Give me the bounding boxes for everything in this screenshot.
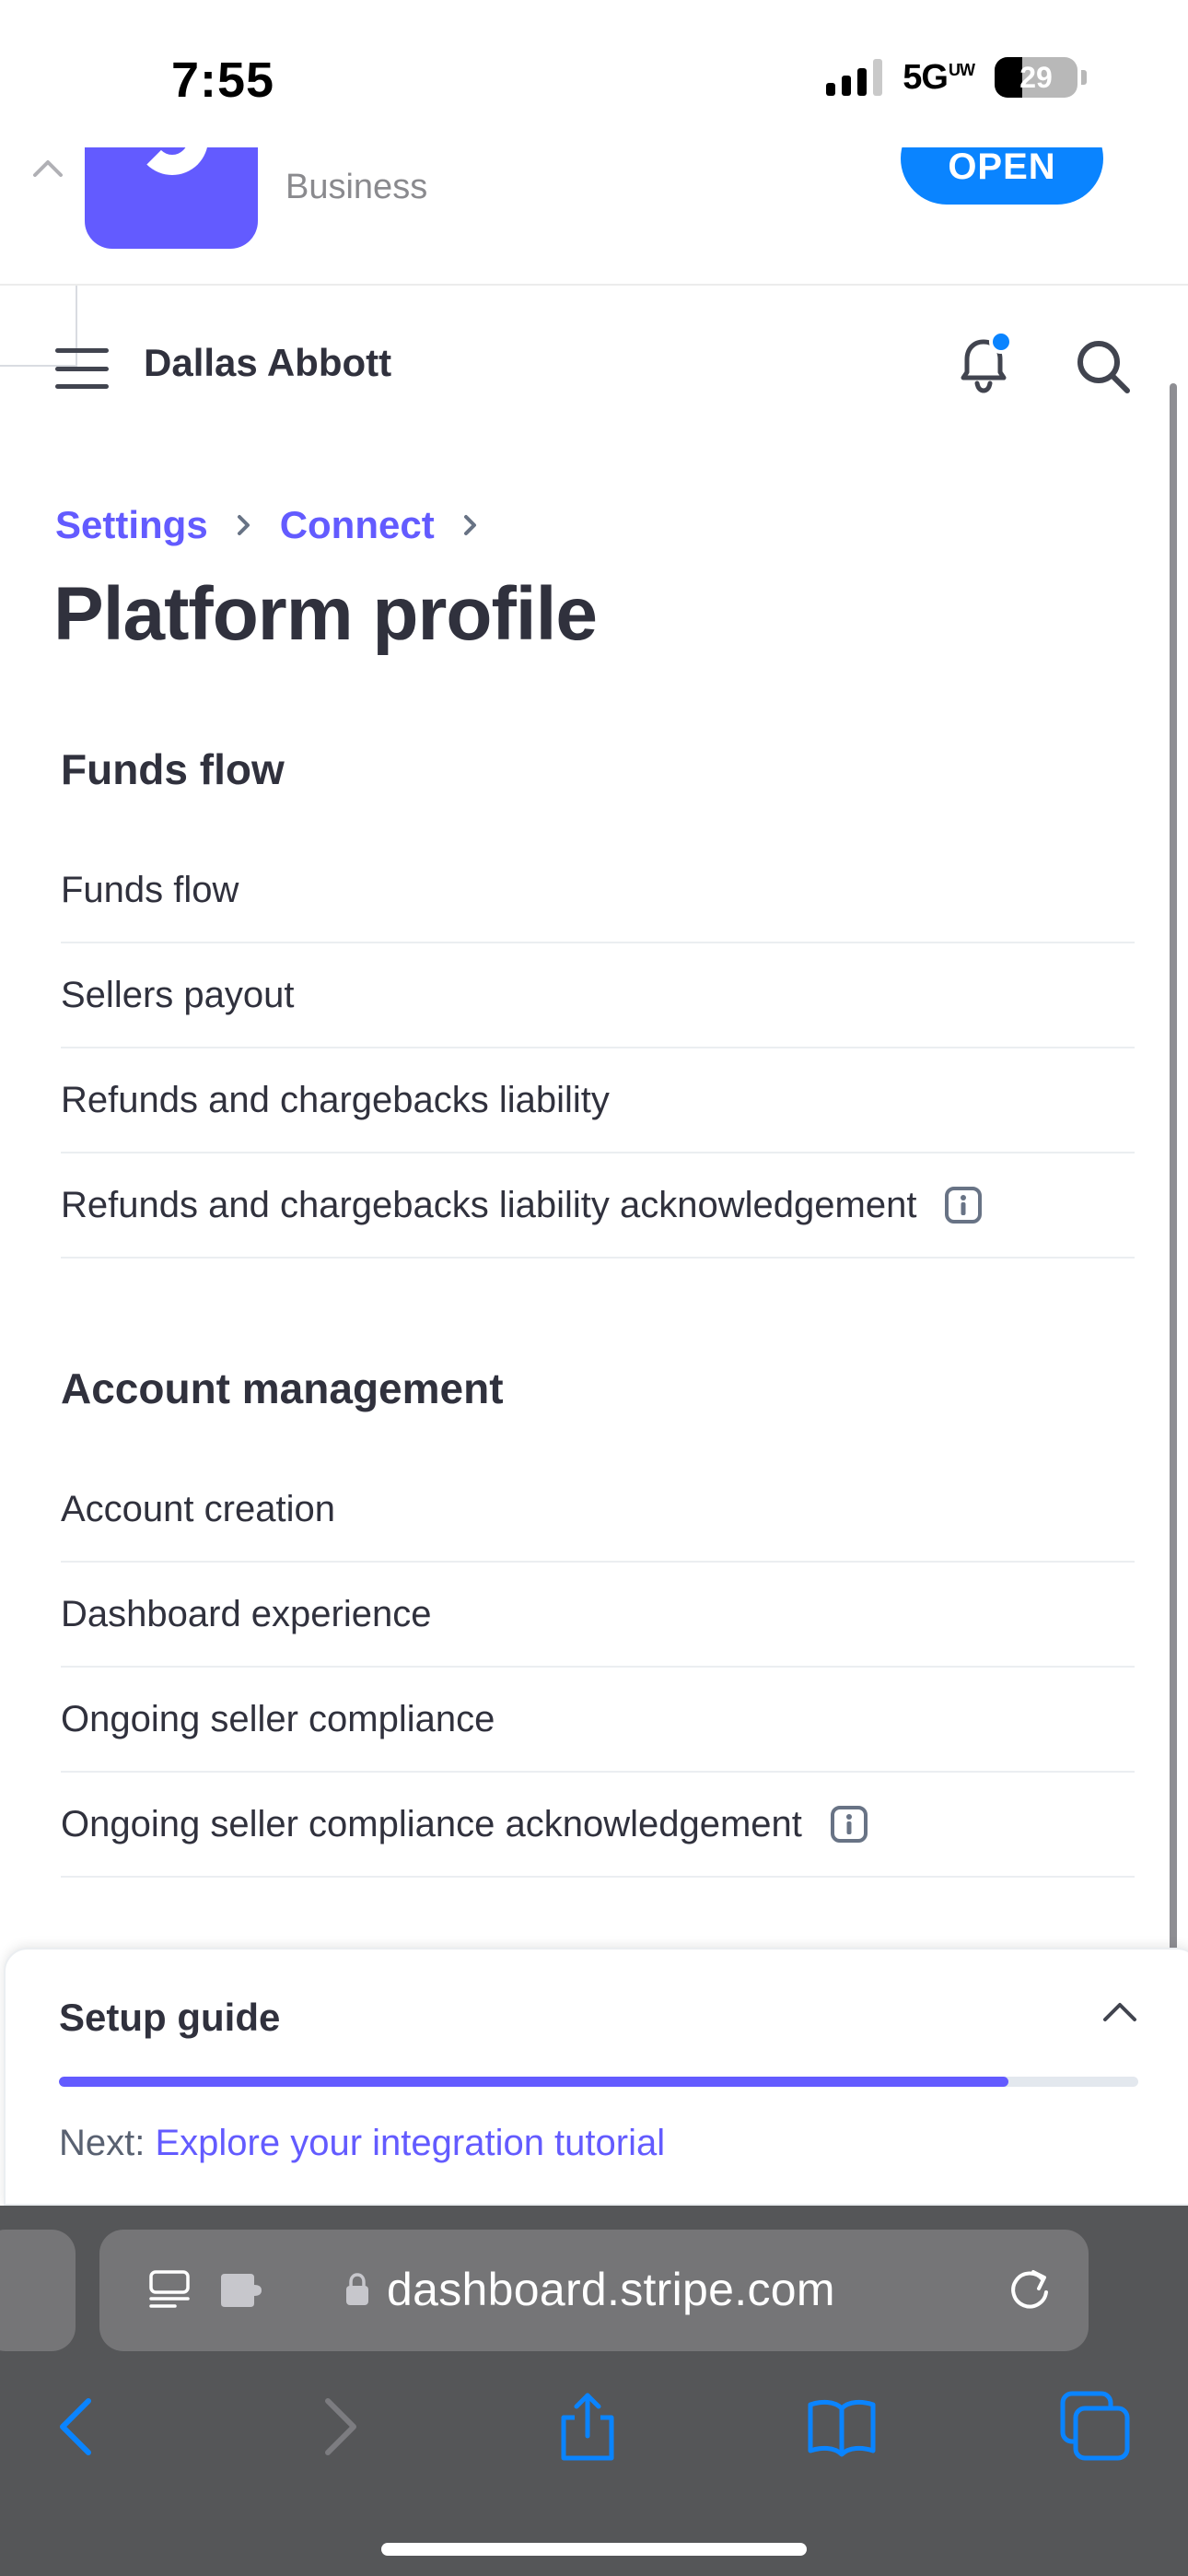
list-item-label: Refunds and chargebacks liability bbox=[61, 1079, 610, 1120]
bell-icon[interactable] bbox=[954, 332, 1013, 398]
app-subtitle: Business bbox=[285, 168, 428, 206]
chevron-up-icon[interactable] bbox=[1100, 1997, 1140, 2025]
status-time: 7:55 bbox=[171, 53, 275, 108]
section-funds-flow: Funds flow Funds flow Sellers payout Ref… bbox=[61, 741, 1135, 1264]
address-bar[interactable]: dashboard.stripe.com bbox=[99, 2230, 1089, 2351]
reload-icon[interactable] bbox=[1006, 2266, 1054, 2314]
previous-tab-preview[interactable] bbox=[0, 2230, 76, 2351]
list-item-account-creation[interactable]: Account creation bbox=[61, 1458, 1135, 1563]
account-name[interactable]: Dallas Abbott bbox=[144, 341, 391, 385]
breadcrumb-connect-link[interactable]: Connect bbox=[280, 503, 435, 547]
safari-toolbar: dashboard.stripe.com bbox=[0, 2206, 1188, 2576]
url-text[interactable]: dashboard.stripe.com bbox=[387, 2263, 835, 2316]
stripe-app-icon bbox=[85, 147, 258, 249]
next-prefix: Next: bbox=[59, 2123, 146, 2163]
setup-guide-title: Setup guide bbox=[59, 1996, 281, 2039]
tabs-icon[interactable] bbox=[1059, 2390, 1133, 2464]
top-navigation: Dallas Abbott bbox=[0, 304, 1188, 433]
breadcrumb: Settings Connect bbox=[55, 503, 486, 547]
open-app-button[interactable]: OPEN bbox=[901, 147, 1103, 205]
list-item-label: Funds flow bbox=[61, 869, 239, 910]
chevron-right-icon bbox=[463, 515, 476, 535]
list-item-refunds-liability-acknowledgement[interactable]: Refunds and chargebacks liability acknow… bbox=[61, 1153, 1135, 1259]
bookmarks-icon[interactable] bbox=[805, 2390, 879, 2464]
list-item-label: Ongoing seller compliance bbox=[61, 1698, 495, 1739]
list-item-sellers-payout[interactable]: Sellers payout bbox=[61, 943, 1135, 1048]
info-icon[interactable] bbox=[944, 1186, 983, 1224]
list-item-label: Sellers payout bbox=[61, 974, 295, 1015]
share-icon[interactable] bbox=[551, 2390, 624, 2464]
home-indicator[interactable] bbox=[381, 2543, 807, 2556]
list-item-label: Dashboard experience bbox=[61, 1593, 432, 1634]
cellular-signal-icon bbox=[826, 59, 883, 96]
list-item-label: Account creation bbox=[61, 1488, 335, 1529]
setup-progress-bar bbox=[59, 2077, 1138, 2087]
list-item-dashboard-experience[interactable]: Dashboard experience bbox=[61, 1563, 1135, 1668]
list-item-label: Ongoing seller compliance acknowledgemen… bbox=[61, 1803, 802, 1844]
status-indicators: 5GUW 29 bbox=[826, 57, 1087, 98]
extension-icon[interactable] bbox=[217, 2272, 265, 2309]
setup-guide-card[interactable]: Setup guide Next: Explore your integrati… bbox=[4, 1948, 1188, 2206]
search-icon[interactable] bbox=[1074, 337, 1133, 396]
battery-level: 29 bbox=[1019, 60, 1053, 94]
info-icon[interactable] bbox=[830, 1805, 868, 1844]
reader-icon[interactable] bbox=[147, 2268, 192, 2313]
list-item-ongoing-seller-compliance[interactable]: Ongoing seller compliance bbox=[61, 1668, 1135, 1773]
battery-icon: 29 bbox=[995, 57, 1087, 98]
list-item-label: Refunds and chargebacks liability acknow… bbox=[61, 1184, 917, 1225]
list-item-refunds-liability[interactable]: Refunds and chargebacks liability bbox=[61, 1048, 1135, 1153]
section-title: Account management bbox=[61, 1364, 504, 1412]
network-sub-label: UW bbox=[949, 60, 975, 79]
breadcrumb-settings-link[interactable]: Settings bbox=[55, 503, 208, 547]
collapse-banner-icon[interactable] bbox=[31, 153, 64, 181]
chevron-right-icon bbox=[237, 515, 250, 535]
list-item-funds-flow[interactable]: Funds flow bbox=[61, 838, 1135, 943]
section-account-management: Account management Account creation Dash… bbox=[61, 1360, 1135, 1883]
page-title: Platform profile bbox=[53, 572, 598, 656]
page-scrollbar[interactable] bbox=[1170, 383, 1177, 2195]
lock-icon bbox=[346, 2273, 368, 2305]
network-label: 5G bbox=[903, 57, 949, 97]
list-item-seller-compliance-acknowledgement[interactable]: Ongoing seller compliance acknowledgemen… bbox=[61, 1773, 1135, 1878]
status-bar: 7:55 5GUW 29 bbox=[0, 0, 1188, 147]
hamburger-icon[interactable] bbox=[55, 348, 109, 389]
forward-icon[interactable] bbox=[300, 2390, 374, 2464]
network-type: 5GUW bbox=[903, 57, 975, 98]
back-icon[interactable] bbox=[42, 2390, 116, 2464]
app-smart-banner: Business OPEN bbox=[0, 147, 1188, 286]
next-step-link[interactable]: Explore your integration tutorial bbox=[155, 2123, 665, 2163]
section-title: Funds flow bbox=[61, 745, 285, 793]
setup-progress-fill bbox=[59, 2077, 1009, 2087]
setup-next-step: Next: Explore your integration tutorial bbox=[59, 2123, 665, 2164]
browser-nav-toolbar bbox=[0, 2390, 1188, 2491]
